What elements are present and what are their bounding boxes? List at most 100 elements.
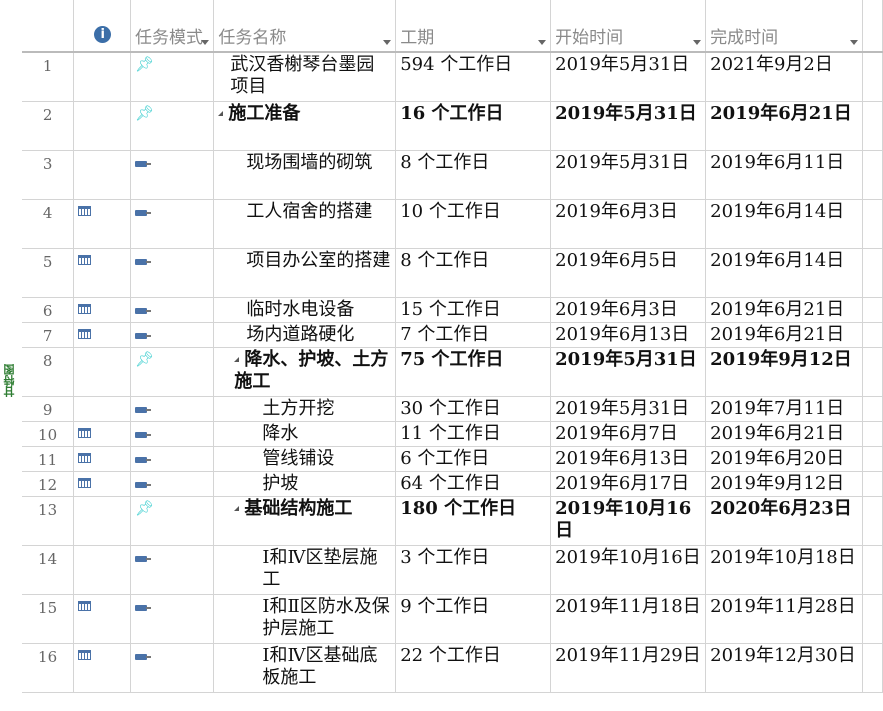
start-cell[interactable]: 2019年10月16日 [550, 545, 707, 595]
task-row[interactable]: 10 降水 11 个工作日 2019年6月7日 2019年6月21日 [22, 421, 883, 447]
row-number[interactable]: 10 [22, 421, 75, 447]
start-cell[interactable]: 2019年5月31日 [550, 347, 707, 397]
task-mode-cell[interactable] [130, 471, 215, 497]
task-mode-cell[interactable] [130, 150, 215, 200]
indicators-header[interactable]: i [73, 0, 131, 53]
task-name-cell[interactable]: 场内道路硬化 [213, 322, 397, 348]
start-cell[interactable]: 2019年6月17日 [550, 471, 707, 497]
task-row[interactable]: 2 📌︎ 施工准备 16 个工作日 2019年5月31日 2019年6月21日 [22, 101, 883, 151]
task-mode-cell[interactable]: 📌︎ [130, 101, 215, 151]
task-name-cell[interactable]: Ⅰ和Ⅱ区防水及保护层施工 [213, 594, 397, 644]
task-name-cell[interactable]: 武汉香榭琴台墨园项目 [213, 52, 397, 102]
finish-cell[interactable]: 2019年6月21日 [705, 421, 864, 447]
finish-cell[interactable]: 2019年6月20日 [705, 446, 864, 472]
view-label-gantt[interactable]: 甘特图 [0, 52, 22, 711]
duration-cell[interactable]: 8 个工作日 [395, 248, 552, 298]
finish-cell[interactable]: 2019年6月21日 [705, 322, 864, 348]
start-cell[interactable]: 2019年6月7日 [550, 421, 707, 447]
row-number[interactable]: 11 [22, 446, 75, 472]
task-mode-cell[interactable] [130, 297, 215, 323]
dropdown-arrow-icon[interactable] [538, 40, 547, 45]
duration-cell[interactable]: 75 个工作日 [395, 347, 552, 397]
finish-cell[interactable]: 2019年11月28日 [705, 594, 864, 644]
finish-cell[interactable]: 2021年9月2日 [705, 52, 864, 102]
row-number[interactable]: 14 [22, 545, 75, 595]
duration-cell[interactable]: 8 个工作日 [395, 150, 552, 200]
finish-cell[interactable]: 2019年6月14日 [705, 248, 864, 298]
start-cell[interactable]: 2019年6月5日 [550, 248, 707, 298]
row-number[interactable]: 6 [22, 297, 75, 323]
row-number[interactable]: 15 [22, 594, 75, 644]
task-mode-cell[interactable] [130, 199, 215, 249]
row-number[interactable]: 16 [22, 643, 75, 693]
collapse-triangle-icon[interactable] [234, 357, 240, 362]
start-cell[interactable]: 2019年6月3日 [550, 297, 707, 323]
finish-cell[interactable]: 2020年6月23日 [705, 496, 864, 546]
duration-cell[interactable]: 11 个工作日 [395, 421, 552, 447]
row-number[interactable]: 1 [22, 52, 75, 102]
task-name-cell[interactable]: 降水、护坡、土方施工 [213, 347, 397, 397]
duration-cell[interactable]: 16 个工作日 [395, 101, 552, 151]
start-cell[interactable]: 2019年10月16日 [550, 496, 707, 546]
row-number[interactable]: 5 [22, 248, 75, 298]
column-header-duration[interactable]: 工期 [395, 0, 552, 53]
task-row[interactable]: 8 📌︎ 降水、护坡、土方施工 75 个工作日 2019年5月31日 2019年9月12日 [22, 347, 883, 397]
task-row[interactable]: 1 📌︎ 武汉香榭琴台墨园项目 594 个工作日 2019年5月31日 2021年9月2日 [22, 52, 883, 102]
start-cell[interactable]: 2019年11月18日 [550, 594, 707, 644]
column-header-finish[interactable]: 完成时间 [705, 0, 864, 53]
duration-cell[interactable]: 64 个工作日 [395, 471, 552, 497]
task-row[interactable]: 14 Ⅰ和Ⅳ区垫层施工 3 个工作日 2019年10月16日 2019年10月18日 [22, 545, 883, 595]
task-row[interactable]: 6 临时水电设备 15 个工作日 2019年6月3日 2019年6月21日 [22, 297, 883, 323]
finish-cell[interactable]: 2019年10月18日 [705, 545, 864, 595]
column-header-start[interactable]: 开始时间 [550, 0, 707, 53]
task-row[interactable]: 15 Ⅰ和Ⅱ区防水及保护层施工 9 个工作日 2019年11月18日 2019年11月2… [22, 594, 883, 644]
task-name-cell[interactable]: 施工准备 [213, 101, 397, 151]
dropdown-arrow-icon[interactable] [383, 40, 392, 45]
duration-cell[interactable]: 15 个工作日 [395, 297, 552, 323]
row-number[interactable]: 3 [22, 150, 75, 200]
dropdown-arrow-icon[interactable] [693, 40, 702, 45]
duration-cell[interactable]: 180 个工作日 [395, 496, 552, 546]
start-cell[interactable]: 2019年5月31日 [550, 101, 707, 151]
task-name-cell[interactable]: 现场围墙的砌筑 [213, 150, 397, 200]
finish-cell[interactable]: 2019年9月12日 [705, 347, 864, 397]
finish-cell[interactable]: 2019年7月11日 [705, 396, 864, 422]
collapse-triangle-icon[interactable] [234, 506, 240, 511]
task-name-cell[interactable]: 土方开挖 [213, 396, 397, 422]
duration-cell[interactable]: 6 个工作日 [395, 446, 552, 472]
start-cell[interactable]: 2019年6月3日 [550, 199, 707, 249]
task-name-cell[interactable]: 基础结构施工 [213, 496, 397, 546]
task-row[interactable]: 13 📌︎ 基础结构施工 180 个工作日 2019年10月16日 2020年6月23日 [22, 496, 883, 546]
row-number[interactable]: 8 [22, 347, 75, 397]
task-name-cell[interactable]: 项目办公室的搭建 [213, 248, 397, 298]
task-mode-cell[interactable]: 📌︎ [130, 52, 215, 102]
collapse-triangle-icon[interactable] [218, 111, 224, 116]
finish-cell[interactable]: 2019年6月11日 [705, 150, 864, 200]
finish-cell[interactable]: 2019年12月30日 [705, 643, 864, 693]
task-row[interactable]: 5 项目办公室的搭建 8 个工作日 2019年6月5日 2019年6月14日 [22, 248, 883, 298]
start-cell[interactable]: 2019年5月31日 [550, 150, 707, 200]
task-row[interactable]: 9 土方开挖 30 个工作日 2019年5月31日 2019年7月11日 [22, 396, 883, 422]
column-header-name[interactable]: 任务名称 [213, 0, 397, 53]
dropdown-arrow-icon[interactable] [850, 40, 859, 45]
task-name-cell[interactable]: 降水 [213, 421, 397, 447]
task-name-cell[interactable]: 护坡 [213, 471, 397, 497]
start-cell[interactable]: 2019年11月29日 [550, 643, 707, 693]
task-name-cell[interactable]: 临时水电设备 [213, 297, 397, 323]
task-mode-cell[interactable] [130, 396, 215, 422]
task-mode-cell[interactable] [130, 322, 215, 348]
duration-cell[interactable]: 7 个工作日 [395, 322, 552, 348]
finish-cell[interactable]: 2019年6月14日 [705, 199, 864, 249]
task-mode-cell[interactable] [130, 446, 215, 472]
column-header-more[interactable] [862, 0, 883, 53]
task-mode-cell[interactable]: 📌︎ [130, 496, 215, 546]
duration-cell[interactable]: 30 个工作日 [395, 396, 552, 422]
row-number[interactable]: 9 [22, 396, 75, 422]
task-row[interactable]: 7 场内道路硬化 7 个工作日 2019年6月13日 2019年6月21日 [22, 322, 883, 348]
task-mode-cell[interactable]: 📌︎ [130, 347, 215, 397]
duration-cell[interactable]: 3 个工作日 [395, 545, 552, 595]
task-name-cell[interactable]: 工人宿舍的搭建 [213, 199, 397, 249]
task-row[interactable]: 4 工人宿舍的搭建 10 个工作日 2019年6月3日 2019年6月14日 [22, 199, 883, 249]
task-row[interactable]: 11 管线铺设 6 个工作日 2019年6月13日 2019年6月20日 [22, 446, 883, 472]
start-cell[interactable]: 2019年6月13日 [550, 322, 707, 348]
